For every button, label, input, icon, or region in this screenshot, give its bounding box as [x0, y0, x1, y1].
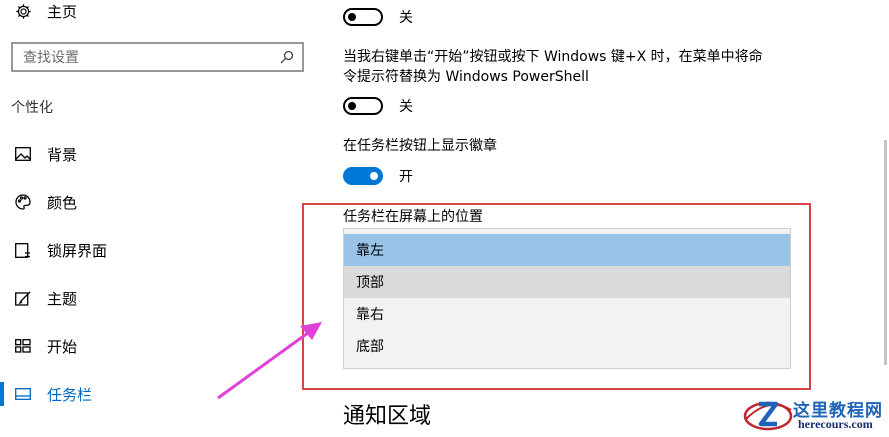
scrollbar-thumb[interactable]	[884, 140, 887, 365]
watermark-url: herecours.com	[798, 417, 873, 431]
watermark: 这里教程网 herecours.com	[742, 392, 889, 437]
annotation-arrow	[217, 322, 322, 400]
watermark-logo-icon	[743, 401, 793, 431]
